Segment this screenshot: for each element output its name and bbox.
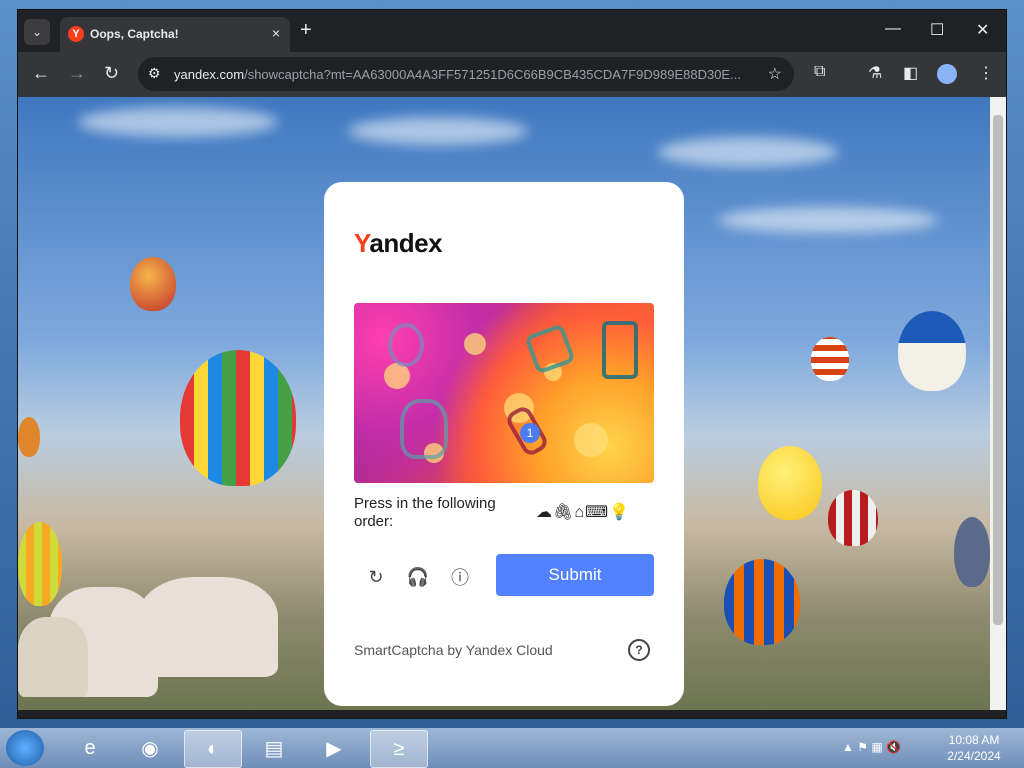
system-tray: ▲ ⚑ ▦ 🔇: [842, 740, 901, 754]
network-icon[interactable]: ▦: [871, 740, 882, 754]
cloud: [718, 207, 938, 233]
hot-air-balloon: [18, 522, 62, 606]
rock-formation: [138, 577, 278, 677]
start-button[interactable]: [6, 730, 44, 766]
rock-formation: [18, 617, 88, 697]
ie-icon[interactable]: e: [62, 730, 118, 766]
hot-air-balloon: [724, 559, 800, 645]
yandex-favicon-icon: Y: [68, 26, 84, 42]
bokeh-dot: [464, 333, 486, 355]
yandex-logo: Yandex: [354, 228, 443, 259]
tab-active[interactable]: Y Oops, Captcha! ×: [60, 17, 290, 52]
cloud: [348, 117, 528, 145]
logo-rest: andex: [369, 228, 443, 258]
url-host: yandex.com: [174, 67, 245, 82]
page-viewport: Yandex 1 Press in the following order: ☁…: [18, 97, 990, 710]
hot-air-balloon: [18, 417, 40, 457]
profile-avatar-icon[interactable]: [937, 64, 957, 84]
bokeh-dot: [574, 423, 608, 457]
back-icon[interactable]: ←: [32, 64, 50, 82]
cloud: [78, 107, 278, 137]
scrollbar-thumb[interactable]: [993, 115, 1003, 625]
tab-title: Oops, Captcha!: [90, 27, 179, 41]
scrollbar[interactable]: [990, 97, 1006, 710]
tab-search-button[interactable]: ⌄: [24, 19, 50, 45]
home-icon: [524, 323, 576, 375]
firefox-icon[interactable]: ◉: [122, 730, 178, 766]
reload-icon[interactable]: ↻: [104, 64, 119, 82]
cloud: [658, 137, 838, 167]
captcha-card: Yandex 1 Press in the following order: ☁…: [324, 182, 684, 706]
hot-air-balloon: [758, 446, 822, 520]
browser-window: ⌄ Y Oops, Captcha! × + — ☐ ✕ ← → ↻ ⚙ yan…: [18, 10, 1006, 718]
refresh-icon[interactable]: ↻: [364, 565, 388, 589]
bookmark-star-icon[interactable]: ☆: [768, 64, 782, 84]
toolbar: ← → ↻ ⚙ yandex.com/showcaptcha?mt=AA6300…: [18, 52, 1006, 97]
hot-air-balloon: [954, 517, 990, 587]
media-player-icon[interactable]: ▶: [306, 730, 362, 766]
order-icons: ☁🖇⌂⌨💡: [536, 504, 630, 521]
tab-strip: ⌄ Y Oops, Captcha! × + — ☐ ✕: [18, 10, 1006, 52]
cloud-icon: [400, 399, 448, 459]
new-tab-button[interactable]: +: [300, 20, 312, 40]
url-text[interactable]: yandex.com/showcaptcha?mt=AA63000A4A3FF5…: [174, 67, 754, 82]
clock-date: 2/24/2024: [947, 749, 1001, 763]
info-icon[interactable]: ⓘ: [448, 565, 472, 589]
hot-air-balloon: [811, 337, 849, 381]
file-explorer-icon[interactable]: ▤: [246, 730, 302, 766]
hot-air-balloon: [180, 350, 296, 486]
hot-air-balloon: [828, 490, 878, 546]
minimize-icon[interactable]: —: [885, 20, 901, 38]
hot-air-balloon: [898, 311, 966, 391]
captcha-instruction: Press in the following order:: [354, 495, 496, 530]
site-info-icon[interactable]: ⚙: [148, 65, 161, 82]
close-window-icon[interactable]: ✕: [976, 20, 989, 40]
taskbar: e ◉ ◐ ▤ ▶ ≥ ▲ ⚑ ▦ 🔇 10:08 AM 2/24/2024: [0, 728, 1024, 768]
click-order-badge: 1: [520, 423, 540, 443]
address-bar[interactable]: ⚙ yandex.com/showcaptcha?mt=AA63000A4A3F…: [138, 57, 794, 91]
url-path: /showcaptcha?mt=AA63000A4A3FF571251D6C66…: [244, 67, 741, 82]
help-icon[interactable]: ?: [628, 639, 650, 661]
lightbulb-icon: [388, 323, 424, 367]
menu-dots-icon[interactable]: ⋮: [978, 63, 994, 83]
captcha-image[interactable]: 1: [354, 303, 654, 483]
logo-letter-y: Y: [354, 228, 370, 258]
edge-icon[interactable]: ◐: [184, 730, 242, 768]
volume-muted-icon[interactable]: 🔇: [886, 740, 901, 754]
audio-headphones-icon[interactable]: 🎧: [406, 565, 430, 589]
tab-close-icon[interactable]: ×: [272, 25, 280, 41]
clock-time: 10:08 AM: [948, 733, 1000, 747]
side-panel-icon[interactable]: ◧: [903, 63, 918, 83]
clock[interactable]: 10:08 AM 2/24/2024: [944, 732, 1004, 764]
labs-flask-icon[interactable]: ⚗: [868, 63, 882, 83]
powershell-icon[interactable]: ≥: [370, 730, 428, 768]
extensions-icon[interactable]: ⧉: [814, 63, 825, 81]
maximize-icon[interactable]: ☐: [930, 20, 944, 40]
captcha-footer: SmartCaptcha by Yandex Cloud: [354, 642, 553, 658]
submit-button[interactable]: Submit: [496, 554, 654, 596]
hot-air-balloon: [130, 257, 176, 311]
flag-icon[interactable]: ⚑: [857, 740, 868, 754]
tray-arrow-icon[interactable]: ▲: [842, 740, 854, 754]
keyboard-icon: [602, 321, 638, 379]
forward-icon[interactable]: →: [68, 64, 86, 82]
